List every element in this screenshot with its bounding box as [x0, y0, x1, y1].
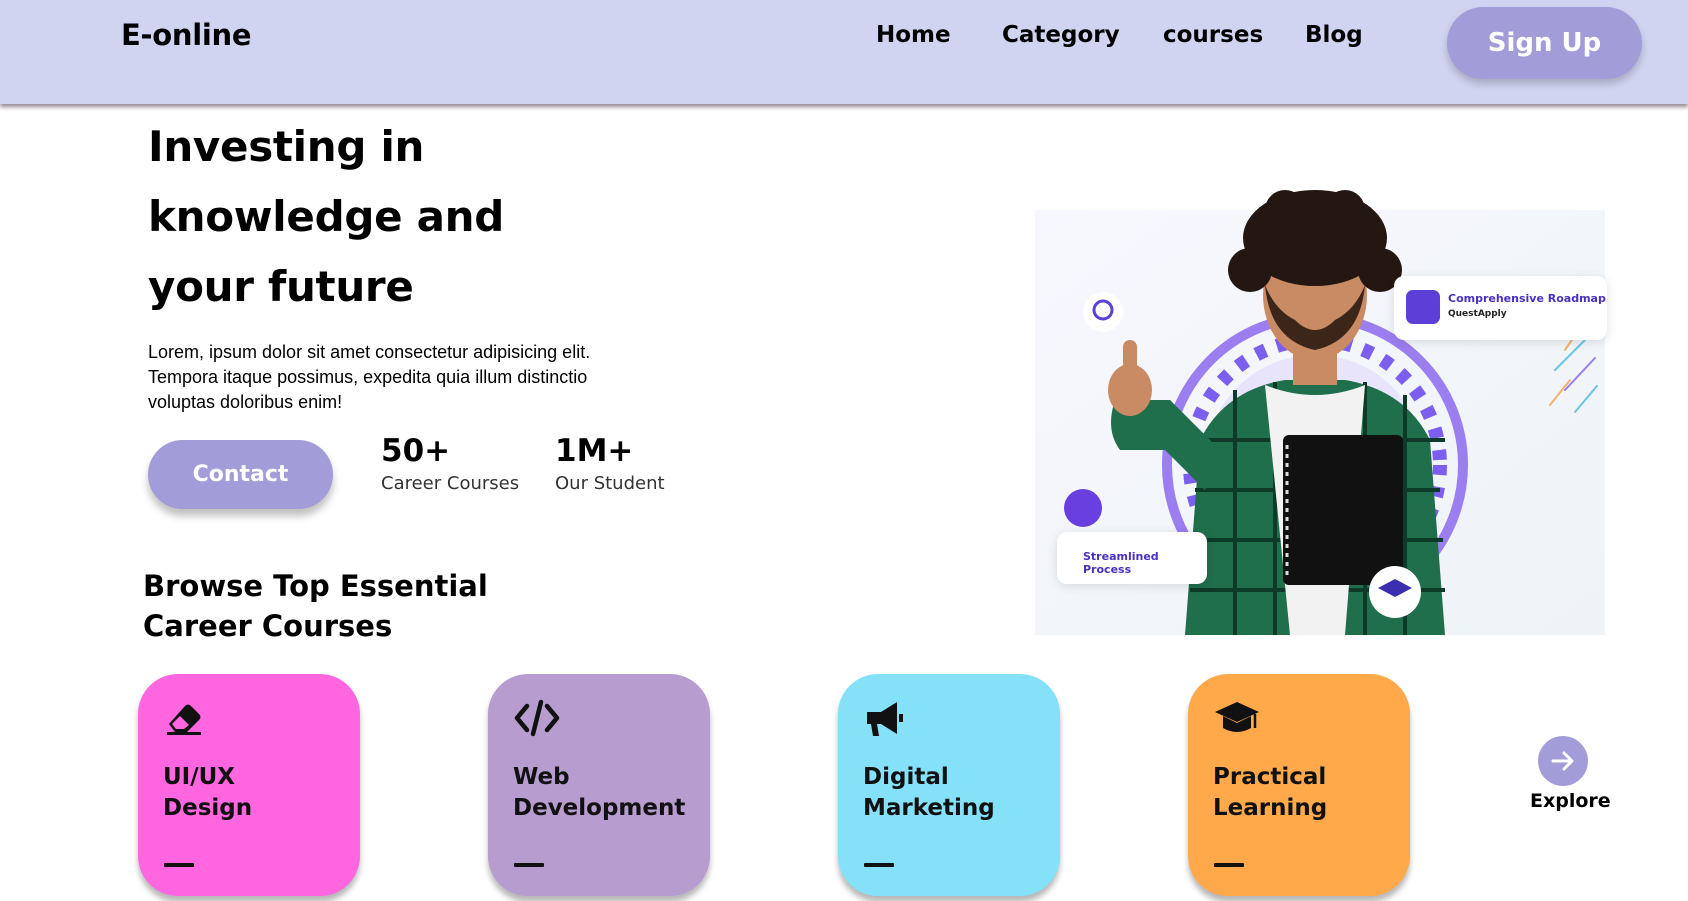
card-dash	[164, 863, 194, 867]
course-card-web-development[interactable]: Web Development	[488, 674, 710, 896]
course-card-title-line: UI/UX	[163, 764, 236, 790]
roadmap-tag: Comprehensive Roadmap QuestApply	[1394, 276, 1607, 340]
explore-button[interactable]	[1538, 736, 1588, 786]
course-card-title-line: Practical	[1213, 764, 1327, 790]
course-card-title-line: Design	[163, 795, 253, 821]
arrow-right-icon	[1551, 751, 1574, 771]
card-dash	[1214, 863, 1244, 867]
stat-students-label: Our Student	[555, 473, 665, 494]
course-card-practical-learning[interactable]: Practical Learning	[1188, 674, 1410, 896]
hero-heading-line: knowledge and	[148, 192, 505, 241]
hero-heading-line: Investing in	[148, 122, 425, 171]
card-dash	[864, 863, 894, 867]
process-tag: Streamlined Process	[1057, 532, 1207, 584]
course-card-title-line: Digital	[863, 764, 949, 790]
nav-blog[interactable]: Blog	[1305, 22, 1363, 48]
stat-students-value: 1M+	[555, 433, 634, 469]
site-logo[interactable]: E-online	[121, 18, 252, 52]
contact-button[interactable]: Contact	[148, 440, 333, 509]
course-card-title: UI/UX Design	[163, 762, 353, 824]
roadmap-tag-title: Comprehensive Roadmap	[1448, 292, 1606, 305]
hero-description: Lorem, ipsum dolor sit amet consectetur …	[148, 342, 591, 412]
course-card-uiux[interactable]: UI/UX Design	[138, 674, 360, 896]
course-card-title-line: Learning	[1213, 795, 1328, 821]
eraser-icon	[167, 704, 201, 735]
course-card-title-line: Development	[513, 795, 686, 821]
nav-home[interactable]: Home	[876, 22, 951, 48]
sign-up-button[interactable]: Sign Up	[1447, 7, 1642, 79]
code-icon	[514, 699, 560, 737]
top-navbar: E-online Home Category courses Blog Sign…	[0, 0, 1688, 104]
explore-label[interactable]: Explore	[1530, 790, 1611, 812]
hero-heading: Investing in knowledge and your future	[148, 112, 668, 322]
course-card-title: Digital Marketing	[863, 762, 1053, 824]
hero-illustration: Comprehensive Roadmap QuestApply Streaml…	[1035, 190, 1607, 635]
nav-courses[interactable]: courses	[1163, 22, 1263, 48]
course-card-title: Web Development	[513, 762, 703, 824]
megaphone-icon	[867, 702, 903, 736]
course-card-digital-marketing[interactable]: Digital Marketing	[838, 674, 1060, 896]
course-card-title-line: Marketing	[863, 795, 995, 821]
roadmap-tag-subtitle: QuestApply	[1448, 309, 1507, 319]
stat-courses-label: Career Courses	[381, 473, 520, 494]
courses-heading-line: Career Courses	[143, 609, 393, 643]
process-tag-label: Streamlined Process	[1083, 550, 1159, 576]
card-dash	[514, 863, 544, 867]
hero-heading-line: your future	[148, 262, 414, 311]
stat-courses-value: 50+	[381, 433, 451, 469]
nav-category[interactable]: Category	[1002, 22, 1120, 48]
course-card-title-line: Web	[513, 764, 570, 790]
roadmap-icon	[1406, 290, 1440, 324]
courses-heading-line: Browse Top Essential	[143, 569, 488, 603]
courses-heading: Browse Top Essential Career Courses	[143, 566, 563, 646]
graduation-cap-icon	[1215, 702, 1259, 732]
course-card-title: Practical Learning	[1213, 762, 1403, 824]
